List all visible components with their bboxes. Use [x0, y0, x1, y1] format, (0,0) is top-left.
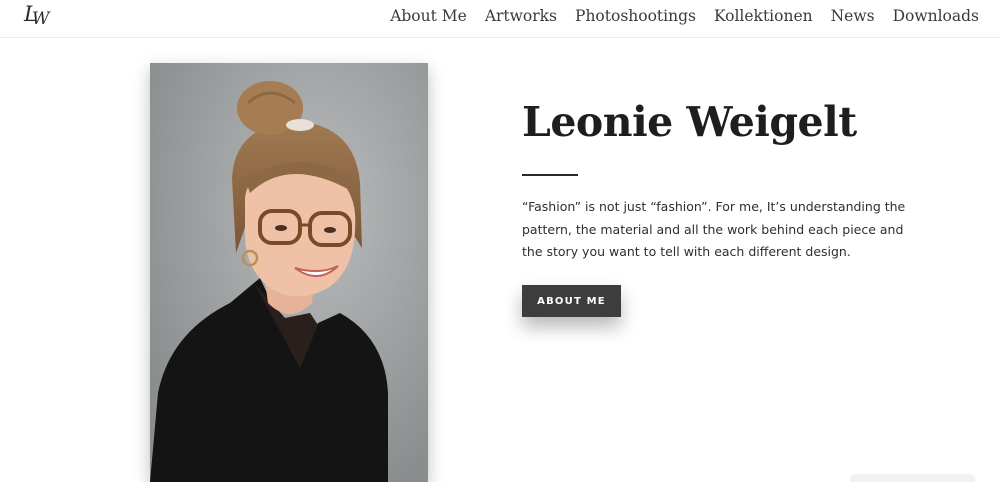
nav-item-photoshootings[interactable]: Photoshootings — [575, 7, 696, 25]
site-logo[interactable]: L W — [24, 2, 56, 34]
main-nav: About Me Artworks Photoshootings Kollekt… — [390, 7, 979, 25]
site-header: L W About Me Artworks Photoshootings Kol… — [0, 0, 1000, 38]
nav-item-downloads[interactable]: Downloads — [893, 7, 979, 25]
hero-name: Leonie Weigelt — [522, 98, 857, 146]
about-me-button[interactable]: ABOUT ME — [522, 285, 621, 317]
bottom-corner-element — [850, 474, 975, 482]
hero-intro-text: “Fashion” is not just “fashion”. For me,… — [522, 199, 906, 259]
nav-item-about-me[interactable]: About Me — [390, 7, 467, 25]
portrait-photo — [150, 63, 428, 482]
nav-item-kollektionen[interactable]: Kollektionen — [714, 7, 813, 25]
portrait-illustration — [150, 63, 428, 482]
nav-item-artworks[interactable]: Artworks — [485, 7, 557, 25]
logo-letter-w: W — [32, 9, 50, 29]
heading-divider — [522, 174, 578, 176]
nav-item-news[interactable]: News — [831, 7, 875, 25]
